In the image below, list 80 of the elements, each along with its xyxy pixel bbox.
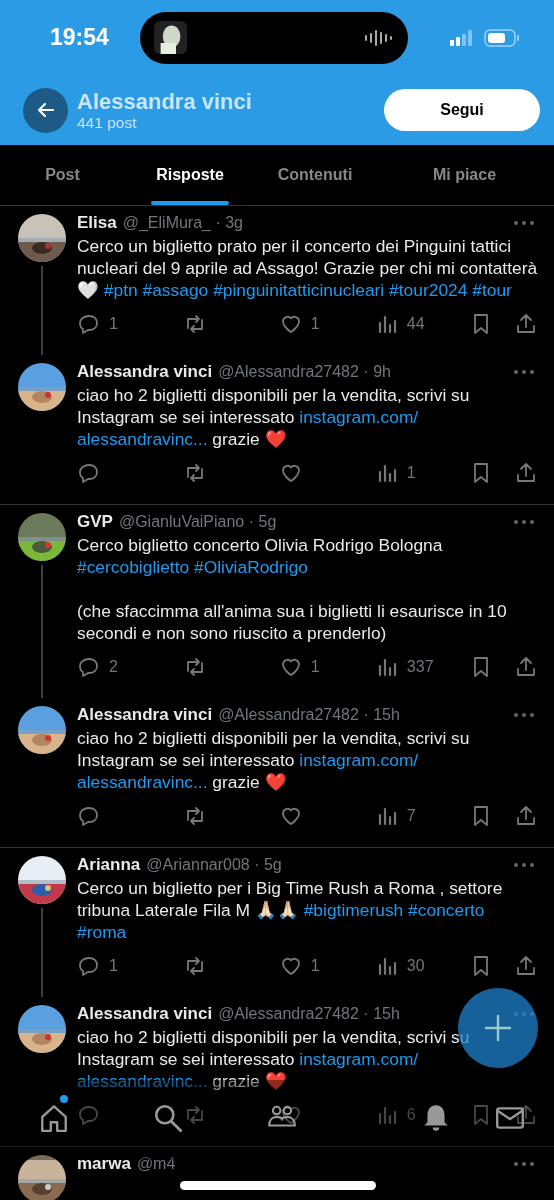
author-name: Alessandra vinci — [77, 1004, 213, 1024]
reply-count: 1 — [109, 315, 118, 333]
reply-count: 2 — [109, 658, 118, 676]
author-name: Elisa — [77, 213, 117, 233]
like-count: 1 — [310, 315, 320, 333]
more-icon[interactable] — [514, 221, 534, 225]
post-text: ciao ho 2 biglietti disponibili per la vendita, scrivi su Instagram se sei interessato instagram.com/ alessandravinc... grazie ❤ — [77, 727, 471, 793]
url-link[interactable]: alessandravinc... — [77, 428, 208, 450]
hashtag-link[interactable]: #concerto — [408, 900, 485, 920]
view-count: 44 — [406, 315, 425, 333]
post-text: (che sfaccimma all'anima sua i biglietti li esaurisce in 10 secondi e non sono riuscito a prenderlo) — [77, 600, 508, 644]
author-name: Alessandra vinci — [77, 705, 213, 725]
more-icon[interactable] — [514, 713, 534, 717]
profile-name: Alessandra vinci — [77, 88, 252, 114]
author-name: Arianna — [77, 855, 141, 875]
share-icon[interactable] — [514, 461, 538, 485]
plus-icon — [483, 1013, 513, 1043]
reply-count: 1 — [109, 957, 118, 975]
view-count: 1 — [406, 464, 416, 482]
follow-button[interactable]: Segui — [384, 89, 540, 131]
more-icon[interactable] — [514, 520, 534, 524]
hashtag-link[interactable]: #ptn — [103, 280, 143, 300]
reply-icon[interactable] — [77, 312, 101, 336]
author-handle: @GianluVaiPiano · 5g — [118, 513, 277, 531]
hashtag-link[interactable]: #bigtimerush — [303, 900, 409, 920]
reply-icon[interactable] — [77, 954, 101, 978]
status-time: 19:54 — [50, 24, 110, 51]
battery-icon — [484, 28, 520, 47]
author-handle: @Alessandra27482 · 9h — [218, 363, 391, 381]
author-handle: @Ariannar008 · 5g — [146, 856, 282, 874]
tab[interactable]: Post — [0, 145, 125, 205]
url-link[interactable]: alessandravinc... — [77, 771, 208, 793]
author-name: marwa — [77, 1154, 131, 1174]
author-name: Alessandra vinci — [77, 362, 213, 382]
author-handle: @Alessandra27482 · 15h — [218, 1005, 400, 1023]
hashtag-link[interactable]: #roma — [77, 922, 127, 942]
tab[interactable]: Mi piace — [375, 145, 554, 205]
view-count: 337 — [406, 658, 434, 676]
search-icon[interactable] — [152, 1102, 184, 1134]
like-count: 1 — [310, 658, 320, 676]
waveform-icon — [364, 29, 394, 46]
post-count: 441 post — [77, 113, 138, 132]
hashtag-link[interactable]: #OliviaRodrigo — [194, 557, 309, 577]
hashtag-link[interactable]: #tour2024 — [389, 280, 473, 300]
hashtag-link[interactable]: #cercobiglietto — [77, 557, 194, 577]
url-link[interactable]: instagram.com/ — [299, 749, 419, 771]
hashtag-link[interactable]: #tour — [472, 280, 512, 300]
author-handle: @m4 — [136, 1155, 176, 1173]
home-icon[interactable] — [38, 1102, 70, 1134]
hashtag-link[interactable]: #pinguinitatticinucleari — [213, 280, 390, 300]
view-count: 7 — [406, 807, 416, 825]
post-text: Cerco un biglietto prato per il concerto dei Pinguini tattici nucleari del 9 aprile ad Assago! Grazie per chi mi contatterà 🤍 #ptn #assago #pinguinitatticinucleari #tour2024 #tour — [77, 235, 538, 301]
back-button[interactable] — [23, 87, 68, 133]
back-arrow-icon — [35, 100, 56, 120]
author-handle: @_EliMura_ · 3g — [122, 214, 243, 232]
tab[interactable]: Contenuti — [255, 145, 375, 205]
signal-icon — [450, 29, 474, 46]
share-icon[interactable] — [514, 954, 538, 978]
view-count: 30 — [406, 957, 425, 975]
author-name: GVP — [77, 512, 113, 532]
more-icon[interactable] — [514, 1162, 534, 1166]
hashtag-link[interactable]: #assago — [142, 280, 214, 300]
more-icon[interactable] — [514, 370, 534, 374]
like-count: 1 — [310, 957, 320, 975]
view-count: 6 — [406, 1106, 416, 1124]
share-icon[interactable] — [514, 312, 538, 336]
tab[interactable]: Risposte — [125, 145, 255, 205]
reply-icon[interactable] — [77, 461, 101, 485]
reply-icon[interactable] — [77, 655, 101, 679]
post-text: ciao ho 2 biglietti disponibili per la vendita, scrivi su Instagram se sei interessato instagram.com/ alessandravinc... grazie ❤ — [77, 384, 471, 450]
reply-icon[interactable] — [77, 804, 101, 828]
url-link[interactable]: instagram.com/ — [299, 1048, 419, 1070]
url-link[interactable]: instagram.com/ — [299, 406, 419, 428]
more-icon[interactable] — [514, 863, 534, 867]
share-icon[interactable] — [514, 1103, 538, 1127]
post-text: Cerco un biglietto per i Big Time Rush a Roma , settore tribuna Laterale Fila M 🙏🏻🙏🏻 #bigtimerush #concerto #roma — [77, 877, 504, 943]
share-icon[interactable] — [514, 655, 538, 679]
post-text: Cerco biglietto concerto Olivia Rodrigo Bologna #cercobiglietto #OliviaRodrigo — [77, 534, 444, 578]
author-handle: @Alessandra27482 · 15h — [218, 706, 400, 724]
share-icon[interactable] — [514, 804, 538, 828]
